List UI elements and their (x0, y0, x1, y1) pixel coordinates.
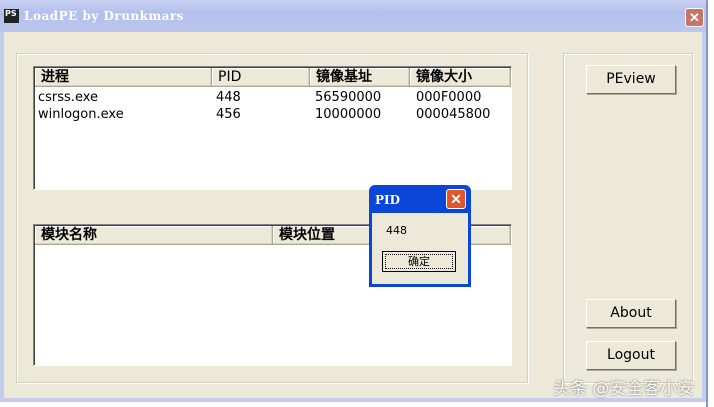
process-name: csrss.exe (38, 90, 99, 105)
dialog-close-icon[interactable]: ✕ (446, 189, 466, 209)
dialog-title: PID (375, 193, 401, 207)
process-pid: 448 (216, 90, 241, 105)
table-row[interactable]: csrss.exe 448 56590000 000F0000 (34, 90, 511, 106)
process-list[interactable]: 进程 PID 镜像基址 镜像大小 csrss.exe 448 56590000 … (33, 66, 512, 190)
dialog-body: 448 确定 (372, 213, 468, 284)
process-pid: 456 (216, 107, 241, 122)
peview-button[interactable]: PEview (586, 65, 676, 94)
process-imagebase: 10000000 (315, 107, 382, 122)
ok-button[interactable]: 确定 (382, 251, 456, 272)
ok-button-label: 确定 (385, 254, 453, 269)
main-window: PS LoadPE by Drunkmars ✕ 进程 PID 镜像基址 镜像大… (0, 0, 706, 402)
process-imagebase: 56590000 (315, 90, 382, 105)
process-name: winlogon.exe (38, 107, 124, 122)
col-header-process[interactable]: 进程 (35, 68, 212, 87)
pid-dialog: PID ✕ 448 确定 (369, 185, 471, 287)
col-header-imagebase[interactable]: 镜像基址 (310, 68, 410, 87)
logout-button[interactable]: Logout (586, 341, 676, 370)
table-row[interactable]: winlogon.exe 456 10000000 000045800 (34, 107, 511, 123)
window-title: LoadPE by Drunkmars (24, 9, 185, 23)
dialog-message: 448 (386, 224, 407, 237)
app-icon: PS (4, 9, 19, 23)
process-imagesize: 000F0000 (416, 90, 482, 105)
client-area: 进程 PID 镜像基址 镜像大小 csrss.exe 448 56590000 … (4, 32, 702, 398)
col-header-module-name[interactable]: 模块名称 (35, 226, 273, 245)
close-icon[interactable]: ✕ (685, 8, 704, 27)
process-imagesize: 000045800 (416, 107, 491, 122)
about-button[interactable]: About (586, 299, 676, 328)
col-header-imagesize[interactable]: 镜像大小 (410, 68, 511, 87)
background-window (706, 0, 714, 407)
title-bar[interactable]: PS LoadPE by Drunkmars ✕ (0, 0, 706, 32)
col-header-pid[interactable]: PID (212, 68, 310, 87)
right-group (563, 53, 693, 383)
watermark: 头条 @安全客小安 (553, 379, 695, 399)
